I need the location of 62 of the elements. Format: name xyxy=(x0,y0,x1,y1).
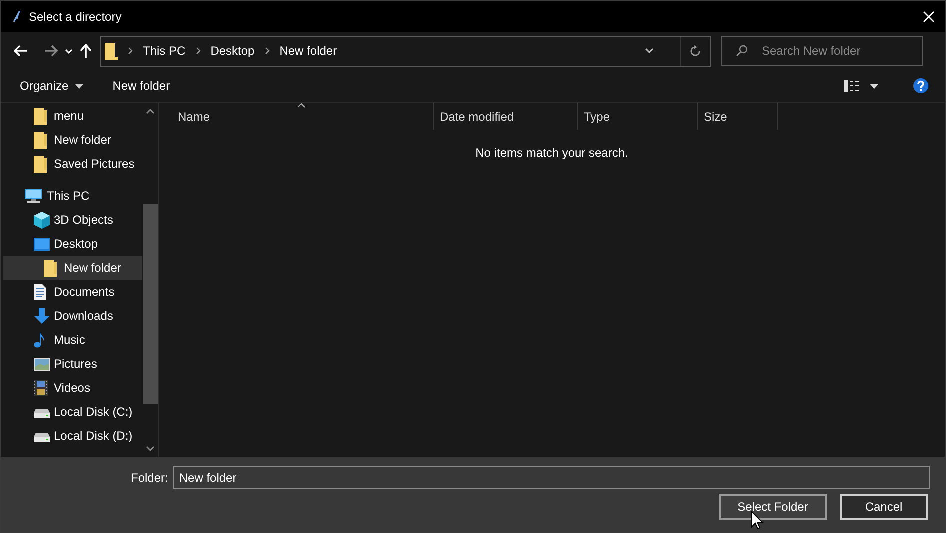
pc-icon xyxy=(25,189,42,203)
mouse-cursor-icon xyxy=(751,511,764,530)
folder-label: Folder: xyxy=(131,470,168,486)
scrollbar-thumb[interactable] xyxy=(142,204,158,404)
feather-icon xyxy=(13,10,21,22)
folder-icon xyxy=(34,132,47,148)
breadcrumb[interactable]: Desktop xyxy=(210,42,255,60)
folder-icon xyxy=(34,156,47,172)
downloads-icon xyxy=(34,308,50,324)
sidebar-item[interactable]: Pictures xyxy=(3,352,142,376)
chevron-up-icon[interactable] xyxy=(146,109,154,114)
sidebar-item[interactable]: Videos xyxy=(3,376,142,400)
help-icon[interactable] xyxy=(913,78,929,94)
sidebar-item[interactable]: Music xyxy=(3,328,142,352)
select-folder-button[interactable]: Select Folder xyxy=(719,494,827,520)
breadcrumb[interactable]: New folder xyxy=(280,42,338,60)
sidebar-item[interactable]: Desktop xyxy=(3,232,142,256)
close-icon[interactable] xyxy=(923,10,935,22)
up-arrow-icon[interactable] xyxy=(80,44,92,58)
folder-icon xyxy=(44,260,57,276)
column-header[interactable]: Type xyxy=(578,103,698,130)
breadcrumb[interactable]: This PC xyxy=(143,42,186,60)
documents-icon xyxy=(34,284,46,300)
new-folder-button[interactable]: New folder xyxy=(112,77,170,95)
cube-icon xyxy=(34,212,50,228)
refresh-icon[interactable] xyxy=(690,45,701,57)
forward-arrow-icon[interactable] xyxy=(44,45,58,57)
view-options-icon[interactable] xyxy=(844,80,860,92)
sidebar-item[interactable]: New folder xyxy=(3,256,142,280)
cancel-button[interactable]: Cancel xyxy=(840,494,928,520)
sidebar-item[interactable]: menu xyxy=(3,104,142,128)
organize-menu-button[interactable]: Organize xyxy=(20,77,84,95)
music-icon xyxy=(34,332,45,348)
pictures-icon xyxy=(34,358,50,370)
chevron-right-icon xyxy=(128,47,133,55)
sidebar-item[interactable]: 3D Objects xyxy=(3,208,142,232)
search-icon xyxy=(736,45,748,57)
desktop-icon xyxy=(34,238,50,250)
sidebar-item[interactable]: Downloads xyxy=(3,304,142,328)
column-header[interactable]: Size xyxy=(698,103,778,130)
search-field[interactable]: Search New folder xyxy=(721,36,923,66)
sidebar-item[interactable]: Documents xyxy=(3,280,142,304)
column-header[interactable]: Date modified xyxy=(434,103,578,130)
back-arrow-icon[interactable] xyxy=(14,45,28,57)
videos-icon xyxy=(34,380,48,396)
sidebar-item[interactable]: Saved Pictures xyxy=(3,152,142,176)
address-bar[interactable]: This PC Desktop New folder xyxy=(100,36,711,66)
caret-icon xyxy=(74,84,84,88)
column-header[interactable]: Name xyxy=(159,103,434,130)
folder-icon xyxy=(105,42,118,60)
empty-message: No items match your search. xyxy=(474,145,630,162)
chevron-right-icon xyxy=(196,47,201,55)
chevron-down-icon[interactable] xyxy=(645,48,654,54)
caret-icon[interactable] xyxy=(870,84,879,88)
sidebar-item[interactable]: New folder xyxy=(3,128,142,152)
sidebar-item[interactable]: Local Disk (C:) xyxy=(3,400,142,424)
window-title: Select a directory xyxy=(29,8,122,26)
folder-name-field[interactable]: New folder xyxy=(173,466,930,489)
sidebar-item[interactable]: Local Disk (D:) xyxy=(3,424,142,448)
sidebar-item[interactable]: This PC xyxy=(3,184,142,208)
chevron-right-icon xyxy=(264,47,270,55)
folder-icon xyxy=(34,108,47,124)
